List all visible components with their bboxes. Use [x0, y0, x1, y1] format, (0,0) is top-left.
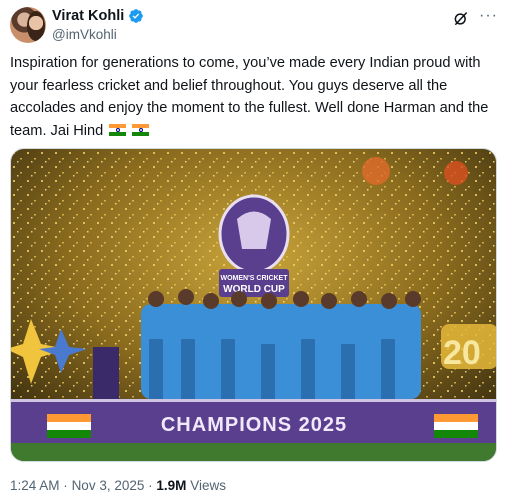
tweet-meta: 1:24 AM · Nov 3, 2025 · 1.9M Views: [10, 478, 226, 493]
trophy-logo: WOMEN'S CRICKET WORLD CUP: [218, 194, 290, 297]
tweet-header: Virat Kohli @imVkohli ···: [10, 6, 502, 44]
tweet-body: Inspiration for generations to come, you…: [10, 55, 489, 139]
banner-flag-left: [47, 414, 91, 438]
meta-separator: ·: [148, 478, 153, 493]
india-flag-icon: [132, 123, 150, 136]
verified-badge-icon: [129, 9, 144, 23]
tweet-text: Inspiration for generations to come, you…: [10, 52, 502, 142]
trophy-text-1: WOMEN'S CRICKET: [221, 275, 289, 282]
tweet-time[interactable]: 1:24 AM: [10, 478, 60, 493]
more-icon[interactable]: ···: [479, 7, 498, 25]
players-group: [141, 289, 421, 399]
views-count: 1.9M: [156, 478, 187, 493]
celebration-image: WOMEN'S CRICKET WORLD CUP 20 CHAMPIONS 2…: [11, 149, 496, 461]
india-flag-icon: [109, 123, 127, 136]
avatar[interactable]: [10, 7, 46, 43]
tweet-photo[interactable]: WOMEN'S CRICKET WORLD CUP 20 CHAMPIONS 2…: [10, 148, 497, 462]
year-badge: 20: [443, 334, 481, 372]
views-label: Views: [190, 478, 226, 493]
trophy-text-2: WORLD CUP: [223, 284, 285, 295]
banner-flag-right: [434, 414, 478, 438]
meta-separator: ·: [63, 478, 68, 493]
author-name-row: Virat Kohli: [52, 8, 144, 24]
banner-text: CHAMPIONS 2025: [161, 414, 347, 436]
author-handle[interactable]: @imVkohli: [52, 27, 117, 42]
grok-icon[interactable]: [452, 10, 470, 28]
tweet-date[interactable]: Nov 3, 2025: [72, 478, 145, 493]
author-name[interactable]: Virat Kohli: [52, 8, 124, 24]
